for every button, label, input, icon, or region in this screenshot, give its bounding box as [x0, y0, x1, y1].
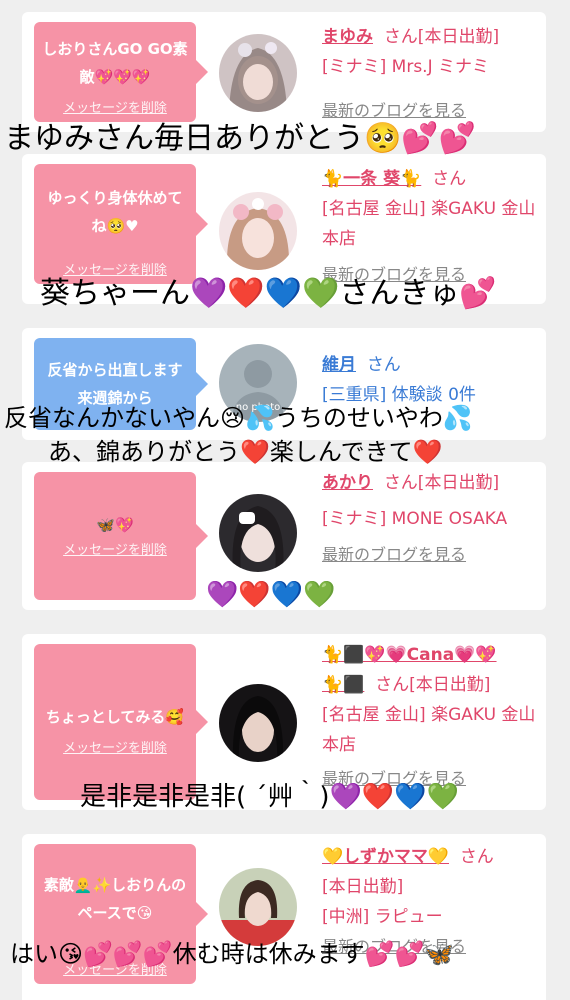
avatar[interactable]	[219, 192, 297, 270]
avatar[interactable]	[219, 494, 297, 572]
profile-name-link[interactable]: まゆみ	[322, 27, 373, 47]
overlay-caption: あ、錦ありがとう❤️楽しんできて❤️	[48, 438, 443, 466]
profile-status: さん[本日出勤]	[375, 675, 491, 695]
message-text: ゆっくり身体休めてね🥺♥	[47, 189, 183, 235]
delete-message-link[interactable]: メッセージを削除	[34, 539, 196, 558]
profile-status: さん	[432, 169, 467, 189]
profile-name-link[interactable]: 🐈一条 葵🐈	[322, 169, 421, 189]
profile-name-link[interactable]: 維月	[322, 355, 356, 375]
message-bubble: 🦋💖 メッセージを削除	[34, 472, 208, 600]
profile-info: あかり さん[本日出勤] [ミナミ] MONE OSAKA 最新のブログを見る	[322, 468, 542, 570]
avatar[interactable]	[219, 34, 297, 112]
shop-info: [中洲] ラピュー	[322, 907, 443, 927]
overlay-caption: 葵ちゃーん💜❤️💙💚さんきゅ💕	[40, 276, 497, 311]
message-text: 素敵👨‍🦲✨しおりんのペースで😘	[43, 876, 187, 922]
message-text: しおりさんGO GO素敵💖💖💖	[42, 40, 188, 86]
profile-status: さん[本日出勤]	[383, 27, 500, 47]
shop-info: [ミナミ] Mrs.J ミナミ	[322, 57, 490, 77]
status-info: [本日出勤]	[322, 877, 404, 897]
overlay-caption: 💜❤️💙💚	[206, 580, 336, 610]
overlay-caption: まゆみさん毎日ありがとう🥺💕💕	[4, 121, 477, 156]
overlay-caption: はい😘💕💕💕休む時は休みます💕💕🦋	[10, 940, 455, 968]
profile-name-link[interactable]: 💛しずかママ💛	[322, 847, 449, 867]
profile-name-link[interactable]: 🐈⬛💖💗Cana💗💖	[322, 645, 497, 665]
message-text: ちょっとしてみる🥰	[45, 708, 185, 726]
shop-info: [名古屋 金山] 楽GAKU 金山本店	[322, 705, 536, 755]
overlay-caption: 是非是非是非( ´艸｀)💜❤️💙💚	[80, 782, 460, 812]
profile-info: 🐈⬛💖💗Cana💗💖 🐈⬛ さん[本日出勤] [名古屋 金山] 楽GAKU 金山…	[322, 640, 542, 794]
profile-status: さん	[459, 847, 494, 867]
latest-blog-link[interactable]: 最新のブログを見る	[322, 540, 542, 570]
profile-name-link-continued[interactable]: 🐈⬛	[322, 675, 364, 695]
shop-info: [ミナミ] MONE OSAKA	[322, 509, 508, 529]
profile-status: さん[本日出勤]	[383, 473, 500, 493]
profile-info: まゆみ さん[本日出勤] [ミナミ] Mrs.J ミナミ 最新のブログを見る	[322, 22, 542, 126]
profile-name-link[interactable]: あかり	[322, 473, 373, 493]
message-card: 素敵👨‍🦲✨しおりんのペースで😘 メッセージを削除 💛しずかママ💛 さん [本日…	[22, 834, 546, 1000]
avatar[interactable]	[219, 684, 297, 762]
overlay-caption: 反省なんかないやん😢💦うちのせいやわ💦	[4, 404, 473, 432]
message-bubble: しおりさんGO GO素敵💖💖💖 メッセージを削除	[34, 22, 208, 122]
shop-info: [名古屋 金山] 楽GAKU 金山本店	[322, 199, 536, 249]
profile-status: さん	[366, 355, 401, 375]
message-text: 🦋💖	[96, 516, 134, 534]
message-bubble: ゆっくり身体休めてね🥺♥ メッセージを削除	[34, 164, 208, 284]
delete-message-link[interactable]: メッセージを削除	[34, 737, 196, 756]
